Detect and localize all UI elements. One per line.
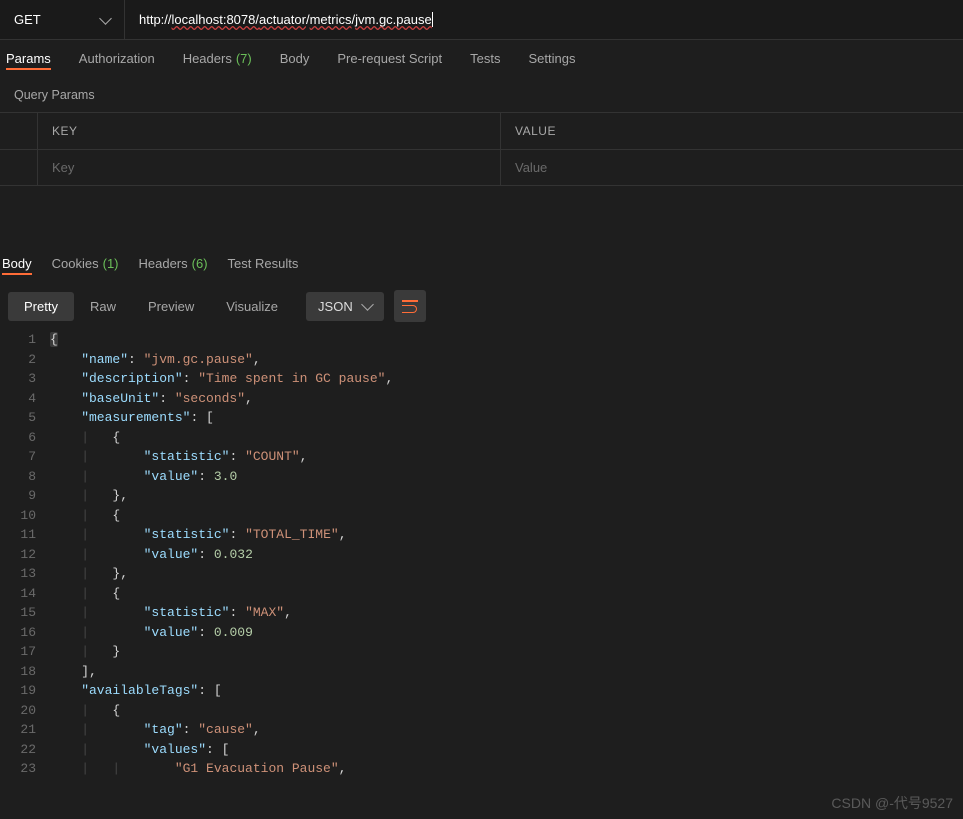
value-input[interactable] — [515, 160, 949, 175]
key-input[interactable] — [52, 160, 486, 175]
chevron-down-icon — [99, 12, 112, 25]
tab-cookies-count: (1) — [103, 256, 119, 271]
params-table: KEY VALUE — [0, 112, 963, 186]
format-select[interactable]: JSON — [306, 292, 384, 321]
tab-prerequest[interactable]: Pre-request Script — [337, 51, 442, 68]
url-input[interactable]: http://localhost:8078/actuator/metrics/j… — [125, 0, 963, 39]
method-label: GET — [14, 12, 41, 27]
tab-resp-body[interactable]: Body — [2, 254, 32, 275]
params-row — [0, 149, 963, 185]
response-body[interactable]: 1234567891011121314151617181920212223 { … — [0, 330, 963, 779]
view-visualize[interactable]: Visualize — [210, 292, 294, 321]
view-pretty[interactable]: Pretty — [8, 292, 74, 321]
tab-body[interactable]: Body — [280, 51, 310, 68]
request-tabs: Params Authorization Headers (7) Body Pr… — [0, 40, 963, 78]
tab-tests[interactable]: Tests — [470, 51, 500, 68]
query-params-label: Query Params — [0, 78, 963, 112]
response-tabs: Body Cookies (1) Headers (6) Test Result… — [0, 246, 963, 282]
view-raw[interactable]: Raw — [74, 292, 132, 321]
code-content: { "name": "jvm.gc.pause", "description":… — [50, 330, 963, 779]
method-select[interactable]: GET — [0, 0, 125, 39]
tab-headers-count: (7) — [236, 51, 252, 66]
tab-settings[interactable]: Settings — [528, 51, 575, 68]
tab-rheaders-label: Headers — [139, 256, 188, 271]
tab-resp-headers[interactable]: Headers (6) — [139, 256, 208, 273]
watermark: CSDN @-代号9527 — [831, 793, 953, 813]
tab-cookies-label: Cookies — [52, 256, 99, 271]
tab-resp-cookies[interactable]: Cookies (1) — [52, 256, 119, 273]
tab-authorization[interactable]: Authorization — [79, 51, 155, 68]
view-tabs: Pretty Raw Preview Visualize — [8, 292, 294, 321]
url-bar: GET http://localhost:8078/actuator/metri… — [0, 0, 963, 40]
header-value: VALUE — [501, 113, 963, 149]
body-controls: Pretty Raw Preview Visualize JSON — [0, 282, 963, 330]
tab-params[interactable]: Params — [6, 49, 51, 70]
tab-headers[interactable]: Headers (7) — [183, 51, 252, 68]
line-gutter: 1234567891011121314151617181920212223 — [0, 330, 50, 779]
chevron-down-icon — [361, 298, 374, 311]
header-key: KEY — [38, 113, 501, 149]
tab-headers-label: Headers — [183, 51, 232, 66]
wrap-lines-button[interactable] — [394, 290, 426, 322]
view-preview[interactable]: Preview — [132, 292, 210, 321]
tab-rheaders-count: (6) — [192, 256, 208, 271]
format-label: JSON — [318, 299, 353, 314]
wrap-icon — [402, 300, 418, 312]
params-header: KEY VALUE — [0, 113, 963, 149]
tab-test-results[interactable]: Test Results — [228, 256, 299, 273]
